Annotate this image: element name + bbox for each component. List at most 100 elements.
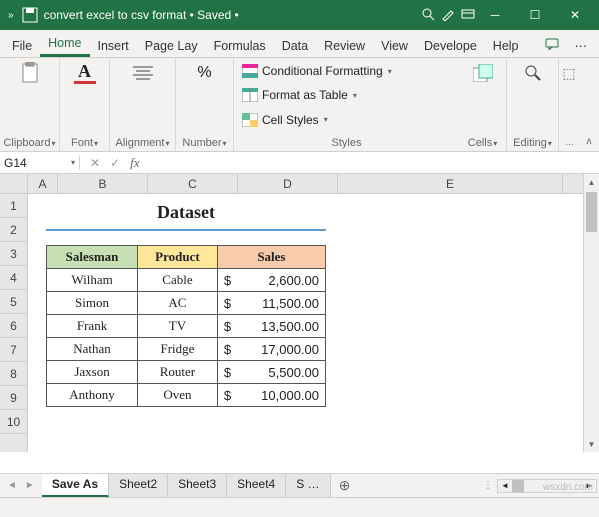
row-header[interactable]: 9 (0, 386, 27, 410)
alignment-button[interactable] (132, 62, 154, 84)
cells-button[interactable] (472, 62, 494, 84)
sheet-tab-bar: ◄ ► Save As Sheet2 Sheet3 Sheet4 S … ⊕ ⋮… (0, 473, 599, 497)
row-header[interactable]: 2 (0, 218, 27, 242)
row-header[interactable]: 8 (0, 362, 27, 386)
clipboard-label: Clipboard (3, 137, 50, 149)
row-header[interactable]: 10 (0, 410, 27, 434)
select-all-button[interactable] (0, 174, 28, 193)
ribbon-mode-icon[interactable] (461, 7, 475, 24)
table-row: AnthonyOven$10,000.00 (47, 384, 326, 407)
save-icon[interactable] (22, 7, 38, 23)
name-box[interactable]: G14 ▾ (0, 156, 80, 170)
ribbon-tabs: File Home Insert Page Lay Formulas Data … (0, 30, 599, 58)
header-product: Product (138, 246, 218, 269)
collapse-ribbon-button[interactable]: ʌ (579, 58, 599, 151)
tab-data[interactable]: Data (274, 35, 316, 57)
row-header[interactable]: 6 (0, 314, 27, 338)
scroll-down-icon[interactable]: ▼ (584, 436, 599, 452)
alignment-label: Alignment (116, 137, 165, 149)
worksheet-grid: A B C D E 1 2 3 4 5 6 7 8 9 10 Dataset S… (0, 174, 599, 452)
fx-label[interactable]: fx (130, 155, 139, 171)
tab-insert[interactable]: Insert (90, 35, 137, 57)
tab-file[interactable]: File (4, 35, 40, 57)
formula-bar-row: G14 ▾ ✕ ✓ fx (0, 152, 599, 174)
table-row: JaxsonRouter$5,500.00 (47, 361, 326, 384)
minimize-button[interactable]: ─ (475, 0, 515, 30)
paste-button[interactable] (19, 62, 41, 84)
cell-styles-label: Cell Styles (262, 113, 319, 127)
editing-label: Editing (513, 137, 547, 149)
tab-developer[interactable]: Develope (416, 35, 485, 57)
sheet-tab-active[interactable]: Save As (42, 474, 109, 497)
find-icon (522, 62, 544, 84)
table-row: WilhamCable$2,600.00 (47, 269, 326, 292)
sheet-tab[interactable]: Sheet2 (109, 474, 168, 497)
styles-label: Styles (242, 135, 451, 149)
maximize-button[interactable]: ☐ (515, 0, 555, 30)
title-bar: » convert excel to csv format • Saved • … (0, 0, 599, 30)
scroll-left-icon[interactable]: ◄ (498, 480, 512, 492)
row-header[interactable]: 1 (0, 194, 27, 218)
watermark: wsxdn.com (543, 482, 593, 493)
sheet-nav-prev-icon[interactable]: ◄ (4, 480, 20, 491)
autosave-chevrons-icon[interactable]: » (4, 10, 18, 21)
header-salesman: Salesman (47, 246, 138, 269)
tab-help[interactable]: Help (485, 35, 527, 57)
data-table: Salesman Product Sales WilhamCable$2,600… (46, 245, 326, 407)
cellstyle-icon (242, 113, 258, 127)
tab-review[interactable]: Review (316, 35, 373, 57)
ribbon: Clipboard▾ A Font▾ Alignment▾ % Number▾ … (0, 58, 599, 152)
editing-button[interactable] (522, 62, 544, 84)
vertical-scrollbar[interactable]: ▲ ▼ (583, 194, 599, 452)
new-sheet-button[interactable]: ⊕ (331, 474, 359, 497)
search-icon[interactable] (421, 7, 435, 24)
tab-formulas[interactable]: Formulas (206, 35, 274, 57)
col-header-e[interactable]: E (338, 174, 563, 193)
percent-icon: % (194, 62, 216, 84)
row-header[interactable]: 4 (0, 266, 27, 290)
font-button[interactable]: A (74, 62, 96, 84)
row-header[interactable]: 7 (0, 338, 27, 362)
table-row: NathanFridge$17,000.00 (47, 338, 326, 361)
hscroll-thumb[interactable] (512, 480, 524, 492)
cancel-formula-icon[interactable]: ✕ (90, 156, 100, 170)
sheet-tab[interactable]: Sheet3 (168, 474, 227, 497)
sheet-tab[interactable]: S … (286, 474, 330, 497)
cell-styles-button[interactable]: Cell Styles▾ (242, 111, 451, 129)
chevron-down-icon[interactable]: ▾ (71, 158, 75, 167)
table-icon (242, 88, 258, 102)
col-header-b[interactable]: B (58, 174, 148, 193)
tab-page-layout[interactable]: Page Lay (137, 35, 206, 57)
col-header-c[interactable]: C (148, 174, 238, 193)
number-label: Number (182, 137, 221, 149)
sensitivity-icon: ⬚ (558, 62, 580, 84)
font-icon: A (74, 62, 96, 84)
cond-fmt-label: Conditional Formatting (262, 64, 383, 78)
styles-group: Conditional Formatting▾ Format as Table▾… (234, 58, 459, 151)
cells-area[interactable]: Dataset Salesman Product Sales WilhamCab… (28, 194, 599, 452)
overflow-button[interactable]: ⬚ (558, 62, 580, 84)
col-header-a[interactable]: A (28, 174, 58, 193)
enter-formula-icon[interactable]: ✓ (110, 156, 120, 170)
row-header[interactable]: 5 (0, 290, 27, 314)
number-button[interactable]: % (194, 62, 216, 84)
clipboard-icon (19, 62, 41, 84)
format-as-table-button[interactable]: Format as Table▾ (242, 86, 451, 104)
sheet-tab[interactable]: Sheet4 (227, 474, 286, 497)
conditional-formatting-button[interactable]: Conditional Formatting▾ (242, 62, 451, 80)
font-label: Font (71, 137, 93, 149)
pen-icon[interactable] (441, 7, 455, 24)
close-button[interactable]: ✕ (555, 0, 595, 30)
header-sales: Sales (217, 246, 325, 269)
document-title: convert excel to csv format • Saved • (38, 8, 421, 22)
row-header[interactable]: 3 (0, 242, 27, 266)
share-button[interactable]: ⋯ (567, 34, 596, 57)
table-row: FrankTV$13,500.00 (47, 315, 326, 338)
tab-view[interactable]: View (373, 35, 416, 57)
tab-home[interactable]: Home (40, 32, 89, 57)
col-header-d[interactable]: D (238, 174, 338, 193)
table-row: SimonAC$11,500.00 (47, 292, 326, 315)
sheet-nav-next-icon[interactable]: ► (22, 480, 38, 491)
scroll-thumb[interactable] (586, 194, 597, 232)
comments-button[interactable] (537, 34, 567, 57)
